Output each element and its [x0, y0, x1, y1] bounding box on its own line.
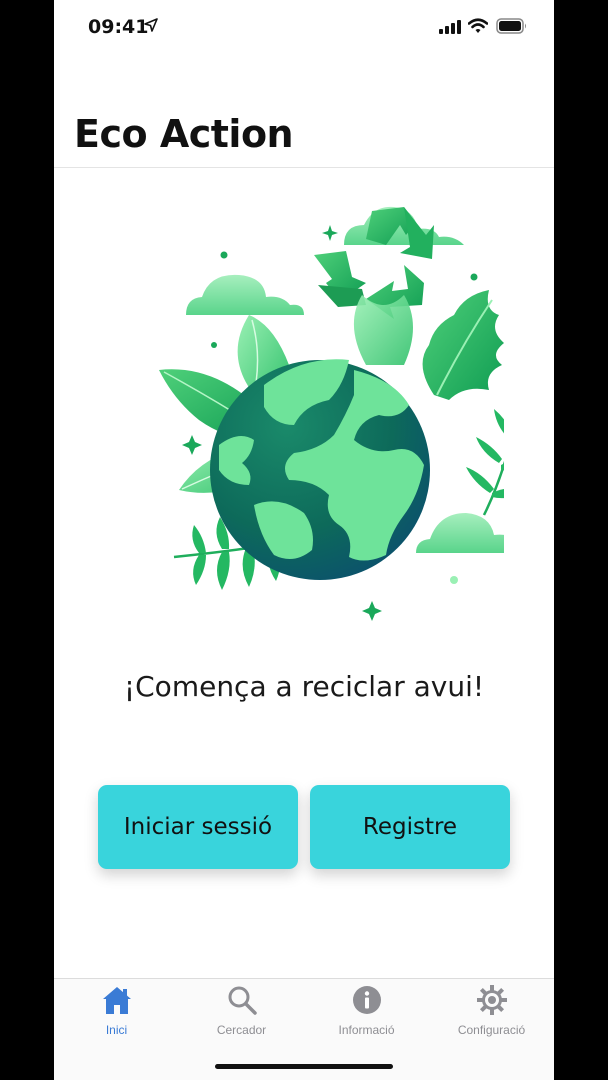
tab-search[interactable]: Cercador [179, 979, 304, 1049]
status-bar: 09:41 [54, 0, 554, 54]
home-icon [103, 987, 131, 1014]
cloud-shape [186, 274, 304, 315]
tab-info[interactable]: Informació [304, 979, 429, 1049]
fern-leaf [466, 409, 504, 516]
headline-text: ¡Comença a reciclar avui! [123, 670, 485, 703]
eco-earth-illustration [159, 206, 504, 621]
leaf-shape [422, 290, 504, 400]
tab-label: Configuració [457, 1023, 526, 1037]
login-button[interactable]: Iniciar sessió [98, 785, 298, 869]
wifi-icon [468, 18, 488, 33]
app-screen: 09:41 Eco Action ¡Comença a reciclar avu… [54, 0, 554, 1080]
tab-settings[interactable]: Configuració [429, 979, 554, 1049]
location-arrow-icon [144, 18, 158, 32]
register-button[interactable]: Registre [310, 785, 510, 869]
tab-label: Inici [105, 1023, 128, 1037]
home-indicator [215, 1064, 393, 1069]
tab-home[interactable]: Inici [54, 979, 179, 1049]
search-icon [228, 986, 257, 1015]
battery-icon [496, 18, 526, 34]
earth-globe [210, 359, 430, 580]
page-title: Eco Action [74, 112, 294, 156]
status-time: 09:41 [88, 16, 149, 38]
cellular-signal-icon [439, 20, 461, 34]
tab-label: Cercador [216, 1023, 267, 1037]
gear-icon [477, 985, 507, 1015]
recycle-icon [314, 207, 434, 319]
tab-label: Informació [338, 1023, 395, 1037]
cloud-shape [416, 513, 504, 553]
info-icon [353, 986, 381, 1014]
leaf-shape [353, 295, 413, 365]
nav-divider [54, 167, 554, 168]
